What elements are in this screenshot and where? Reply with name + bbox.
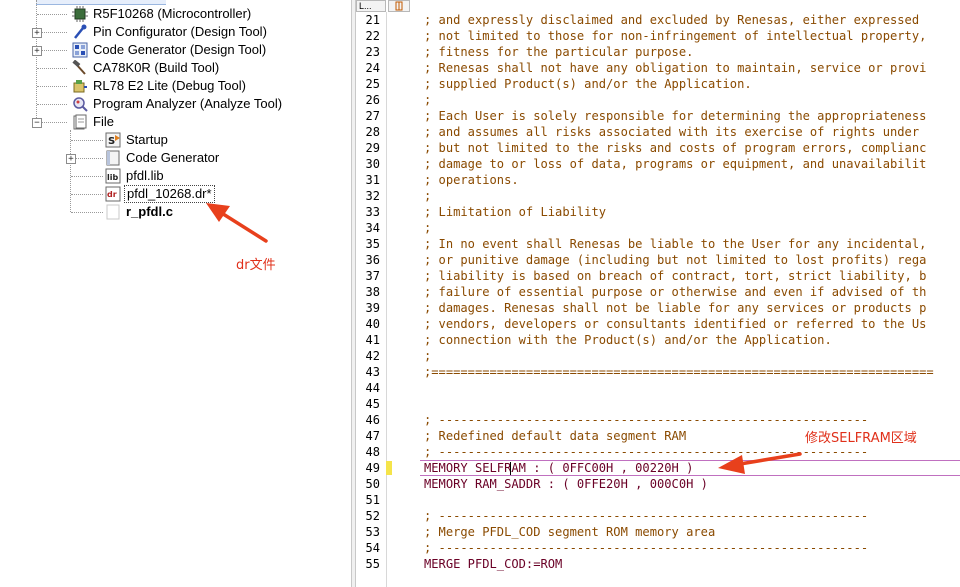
arrow-to-selfram-line bbox=[718, 452, 802, 474]
arrow-to-dr-file bbox=[206, 203, 268, 243]
annotation-selfram: 修改SELFRAM区域 bbox=[805, 431, 917, 446]
annotation-dr-file: dr文件 bbox=[236, 258, 276, 273]
annotation-overlay bbox=[206, 203, 802, 474]
